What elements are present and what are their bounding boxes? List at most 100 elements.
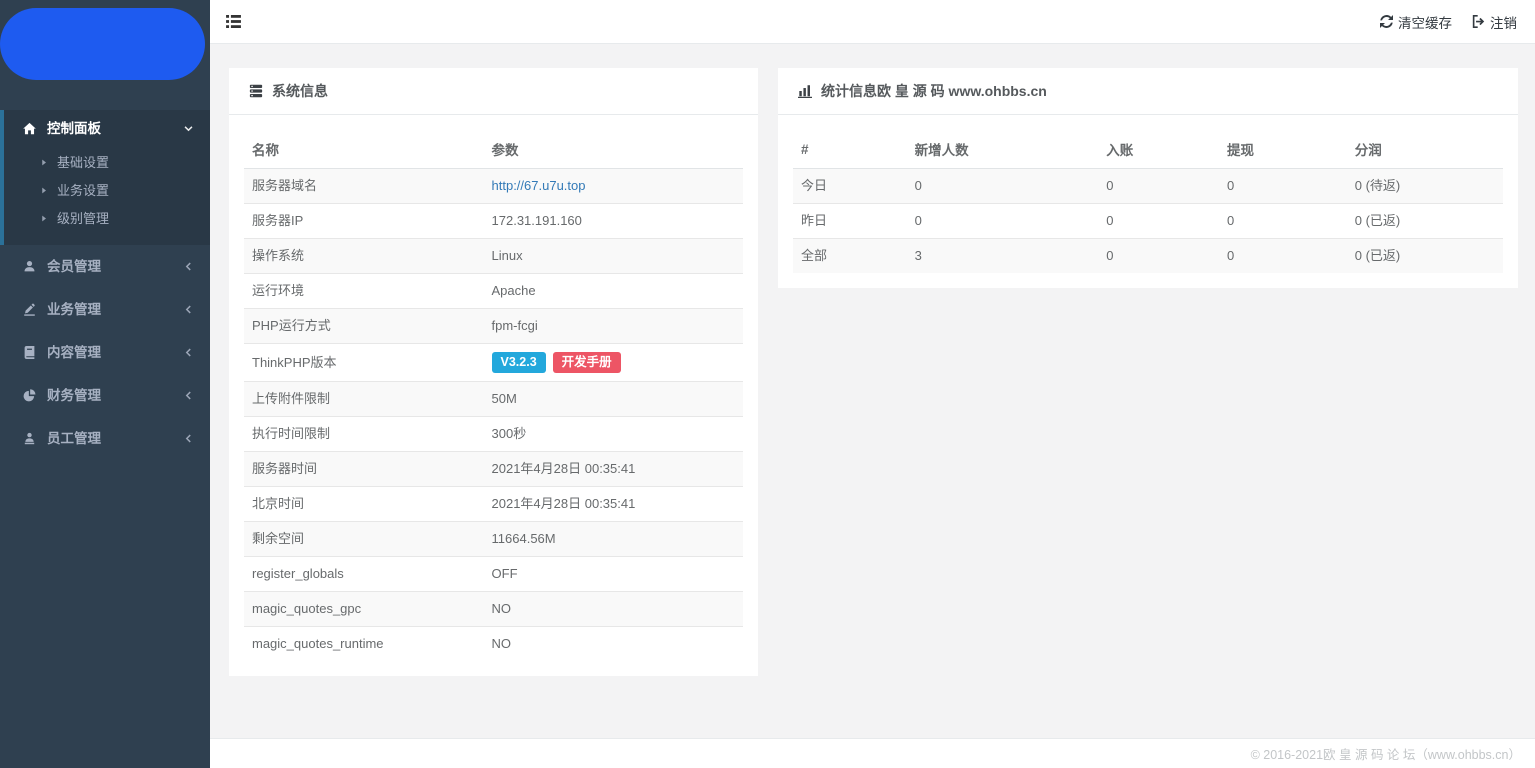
stats-cell: 3 bbox=[907, 239, 1099, 274]
row-name-cell: magic_quotes_gpc bbox=[244, 592, 484, 627]
topbar-actions: 清空缓存 注销 bbox=[1380, 12, 1517, 32]
sidebar-section: 内容管理 bbox=[0, 331, 210, 374]
caret-right-icon bbox=[40, 214, 48, 223]
sidebar-subitem[interactable]: 级别管理 bbox=[4, 205, 210, 233]
stats-cell: 今日 bbox=[793, 169, 907, 204]
pie-chart-icon bbox=[21, 388, 38, 403]
system-info-table: 名称参数 服务器域名 http://67.u7u.top 服务器IP172.31.1… bbox=[244, 130, 743, 661]
stats-cell: 0 (已返) bbox=[1347, 204, 1503, 239]
row-value-cell: 11664.56M bbox=[484, 522, 743, 557]
chevron-left-icon bbox=[183, 433, 194, 444]
sidebar-section: 员工管理 bbox=[0, 417, 210, 460]
sidebar-section: 会员管理 bbox=[0, 245, 210, 288]
menu-icon[interactable] bbox=[222, 11, 245, 32]
server-domain-link[interactable]: http://67.u7u.top bbox=[492, 178, 586, 193]
row-name-cell: 服务器时间 bbox=[244, 452, 484, 487]
row-value-cell: fpm-fcgi bbox=[484, 309, 743, 344]
sidebar-item-staff[interactable]: 员工管理 bbox=[0, 417, 210, 460]
stats-cell: 0 (已返) bbox=[1347, 239, 1503, 274]
table-row: 今日0000 (待返) bbox=[793, 169, 1503, 204]
sidebar-subitem[interactable]: 基础设置 bbox=[4, 149, 210, 177]
logout-label: 注销 bbox=[1490, 12, 1517, 32]
system-info-header: 系统信息 bbox=[229, 68, 758, 115]
row-value-cell: V3.2.3 开发手册 bbox=[484, 344, 743, 382]
row-name-cell: 北京时间 bbox=[244, 487, 484, 522]
pen-icon bbox=[21, 302, 38, 317]
table-row: magic_quotes_runtimeNO bbox=[244, 627, 743, 662]
stats-header: 统计信息欧 皇 源 码 www.ohbbs.cn bbox=[778, 68, 1518, 115]
stats-body: #新增人数入账提现分润 今日0000 (待返)昨日0000 (已返)全部3000… bbox=[778, 115, 1518, 288]
logout-button[interactable]: 注销 bbox=[1472, 12, 1517, 32]
sidebar-nav: 控制面板基础设置业务设置级别管理会员管理业务管理内容管理财务管理员工管理 bbox=[0, 110, 210, 460]
stats-col-header: # bbox=[793, 130, 907, 169]
refresh-icon bbox=[1380, 15, 1393, 28]
sidebar-subitem-label: 基础设置 bbox=[57, 154, 109, 171]
row-value-cell: 50M bbox=[484, 382, 743, 417]
stats-cell: 0 bbox=[1098, 169, 1219, 204]
sidebar-submenu: 基础设置业务设置级别管理 bbox=[4, 147, 210, 245]
system-info-card: 系统信息 名称参数 服务器域名 http://67.u7u.top 服务器IP172… bbox=[229, 68, 758, 676]
stats-table-header-row: #新增人数入账提现分润 bbox=[793, 130, 1503, 169]
sidebar-subitem-label: 级别管理 bbox=[57, 210, 109, 227]
sidebar-section: 业务管理 bbox=[0, 288, 210, 331]
topbar: 清空缓存 注销 bbox=[210, 0, 1535, 44]
user-icon bbox=[21, 259, 38, 274]
system-table-header-row: 名称参数 bbox=[244, 130, 743, 169]
caret-right-icon bbox=[40, 158, 48, 167]
sidebar-item-pen[interactable]: 业务管理 bbox=[0, 288, 210, 331]
row-value-cell: 300秒 bbox=[484, 417, 743, 452]
clear-cache-button[interactable]: 清空缓存 bbox=[1380, 12, 1452, 32]
row-name-cell: 剩余空间 bbox=[244, 522, 484, 557]
row-name-cell: 服务器域名 bbox=[244, 169, 484, 204]
stats-cell: 0 bbox=[907, 169, 1099, 204]
clear-cache-label: 清空缓存 bbox=[1398, 12, 1452, 32]
system-col-header: 名称 bbox=[244, 130, 484, 169]
stats-cell: 0 bbox=[1219, 204, 1347, 239]
row-value-cell: NO bbox=[484, 592, 743, 627]
stats-cell: 0 bbox=[1098, 204, 1219, 239]
row-name-cell: PHP运行方式 bbox=[244, 309, 484, 344]
table-row: PHP运行方式fpm-fcgi bbox=[244, 309, 743, 344]
table-row: register_globalsOFF bbox=[244, 557, 743, 592]
system-info-body: 名称参数 服务器域名 http://67.u7u.top 服务器IP172.31.1… bbox=[229, 115, 758, 676]
table-row: 服务器IP172.31.191.160 bbox=[244, 204, 743, 239]
table-row: 操作系统Linux bbox=[244, 239, 743, 274]
chevron-down-icon bbox=[183, 123, 194, 134]
row-name-cell: 服务器IP bbox=[244, 204, 484, 239]
row-name-cell: register_globals bbox=[244, 557, 484, 592]
sidebar-subitem[interactable]: 业务设置 bbox=[4, 177, 210, 205]
stats-card: 统计信息欧 皇 源 码 www.ohbbs.cn #新增人数入账提现分润 今日0… bbox=[778, 68, 1518, 288]
sidebar-item-book[interactable]: 内容管理 bbox=[0, 331, 210, 374]
sidebar: 控制面板基础设置业务设置级别管理会员管理业务管理内容管理财务管理员工管理 bbox=[0, 0, 210, 768]
system-col-header: 参数 bbox=[484, 130, 743, 169]
caret-right-icon bbox=[40, 186, 48, 195]
row-value-cell: http://67.u7u.top bbox=[484, 169, 743, 204]
row-value-cell: NO bbox=[484, 627, 743, 662]
sidebar-item-pie-chart[interactable]: 财务管理 bbox=[0, 374, 210, 417]
table-row: 全部3000 (已返) bbox=[793, 239, 1503, 274]
admin-app: 控制面板基础设置业务设置级别管理会员管理业务管理内容管理财务管理员工管理 清空缓… bbox=[0, 0, 1535, 768]
chevron-left-icon bbox=[183, 304, 194, 315]
sidebar-item-label: 内容管理 bbox=[47, 344, 101, 361]
chevron-left-icon bbox=[183, 347, 194, 358]
staff-icon bbox=[21, 431, 38, 446]
brand-logo bbox=[0, 8, 205, 80]
table-row: 服务器域名 http://67.u7u.top bbox=[244, 169, 743, 204]
sidebar-item-home[interactable]: 控制面板 bbox=[4, 110, 210, 147]
table-row: 昨日0000 (已返) bbox=[793, 204, 1503, 239]
stats-table: #新增人数入账提现分润 今日0000 (待返)昨日0000 (已返)全部3000… bbox=[793, 130, 1503, 273]
stats-title: 统计信息欧 皇 源 码 www.ohbbs.cn bbox=[821, 82, 1047, 100]
version-badge[interactable]: V3.2.3 bbox=[492, 352, 546, 373]
stats-cell: 0 bbox=[1219, 169, 1347, 204]
content-area: 系统信息 名称参数 服务器域名 http://67.u7u.top 服务器IP172… bbox=[210, 44, 1535, 738]
stats-col-header: 入账 bbox=[1098, 130, 1219, 169]
manual-badge[interactable]: 开发手册 bbox=[553, 352, 621, 373]
table-row: 上传附件限制50M bbox=[244, 382, 743, 417]
table-row: 执行时间限制300秒 bbox=[244, 417, 743, 452]
book-icon bbox=[21, 345, 38, 360]
sidebar-item-label: 财务管理 bbox=[47, 387, 101, 404]
sidebar-item-user[interactable]: 会员管理 bbox=[0, 245, 210, 288]
row-value-cell: 2021年4月28日 00:35:41 bbox=[484, 452, 743, 487]
stats-col-header: 提现 bbox=[1219, 130, 1347, 169]
table-row: ThinkPHP版本V3.2.3开发手册 bbox=[244, 344, 743, 382]
